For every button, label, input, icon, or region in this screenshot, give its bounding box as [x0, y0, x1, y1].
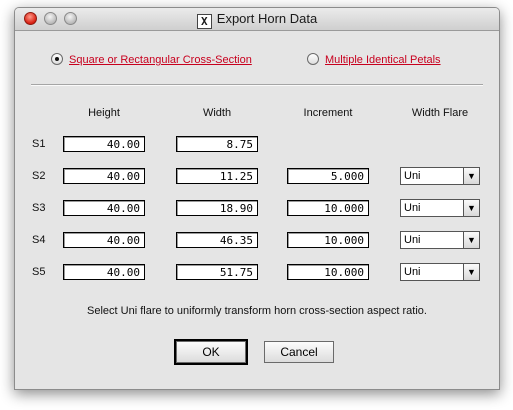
- column-header-width: Width: [202, 107, 232, 119]
- title-bar[interactable]: X Export Horn Data: [15, 8, 499, 31]
- height-field-s5[interactable]: 40.00: [63, 264, 145, 280]
- increment-field-s5[interactable]: 10.000: [287, 264, 369, 280]
- hint-text: Select Uni flare to uniformly transform …: [87, 305, 427, 317]
- increment-field-s2[interactable]: 5.000: [287, 168, 369, 184]
- row-label-s3: S3: [32, 202, 46, 214]
- divider: [31, 84, 483, 86]
- row-label-s2: S2: [32, 170, 46, 182]
- export-horn-data-dialog: X Export Horn Data Square or Rectangular …: [14, 7, 500, 390]
- cancel-button[interactable]: Cancel: [264, 341, 334, 363]
- increment-field-s4[interactable]: 10.000: [287, 232, 369, 248]
- radio-option-square[interactable]: Square or Rectangular Cross-Section: [51, 53, 252, 66]
- radio-label-square[interactable]: Square or Rectangular Cross-Section: [69, 54, 252, 66]
- width-flare-select-s3[interactable]: Uni ▼: [400, 199, 480, 217]
- app-icon: X: [196, 14, 212, 29]
- dropdown-arrow-icon[interactable]: ▼: [463, 232, 479, 248]
- height-field-s2[interactable]: 40.00: [63, 168, 145, 184]
- height-field-s1[interactable]: 40.00: [63, 136, 145, 152]
- row-label-s1: S1: [32, 138, 46, 150]
- radio-button-square[interactable]: [51, 53, 63, 65]
- radio-option-petals[interactable]: Multiple Identical Petals: [307, 53, 441, 66]
- window-title-container: X Export Horn Data: [15, 11, 499, 29]
- width-field-s1[interactable]: 8.75: [176, 136, 258, 152]
- width-flare-select-s4[interactable]: Uni ▼: [400, 231, 480, 249]
- height-field-s3[interactable]: 40.00: [63, 200, 145, 216]
- width-flare-value-s4: Uni: [404, 234, 421, 246]
- width-flare-select-s2[interactable]: Uni ▼: [400, 167, 480, 185]
- dropdown-arrow-icon[interactable]: ▼: [463, 200, 479, 216]
- width-field-s3[interactable]: 18.90: [176, 200, 258, 216]
- column-header-width-flare: Width Flare: [411, 107, 469, 119]
- width-flare-value-s2: Uni: [404, 170, 421, 182]
- width-field-s5[interactable]: 51.75: [176, 264, 258, 280]
- width-field-s2[interactable]: 11.25: [176, 168, 258, 184]
- width-flare-select-s5[interactable]: Uni ▼: [400, 263, 480, 281]
- height-field-s4[interactable]: 40.00: [63, 232, 145, 248]
- dropdown-arrow-icon[interactable]: ▼: [463, 168, 479, 184]
- radio-label-petals[interactable]: Multiple Identical Petals: [325, 54, 441, 66]
- ok-button[interactable]: OK: [174, 339, 248, 365]
- column-header-height: Height: [88, 107, 120, 119]
- radio-button-petals[interactable]: [307, 53, 319, 65]
- width-flare-value-s5: Uni: [404, 266, 421, 278]
- column-header-increment: Increment: [303, 107, 353, 119]
- dropdown-arrow-icon[interactable]: ▼: [463, 264, 479, 280]
- row-label-s4: S4: [32, 234, 46, 246]
- window-title: Export Horn Data: [216, 11, 318, 26]
- row-label-s5: S5: [32, 266, 46, 278]
- width-field-s4[interactable]: 46.35: [176, 232, 258, 248]
- increment-field-s3[interactable]: 10.000: [287, 200, 369, 216]
- width-flare-value-s3: Uni: [404, 202, 421, 214]
